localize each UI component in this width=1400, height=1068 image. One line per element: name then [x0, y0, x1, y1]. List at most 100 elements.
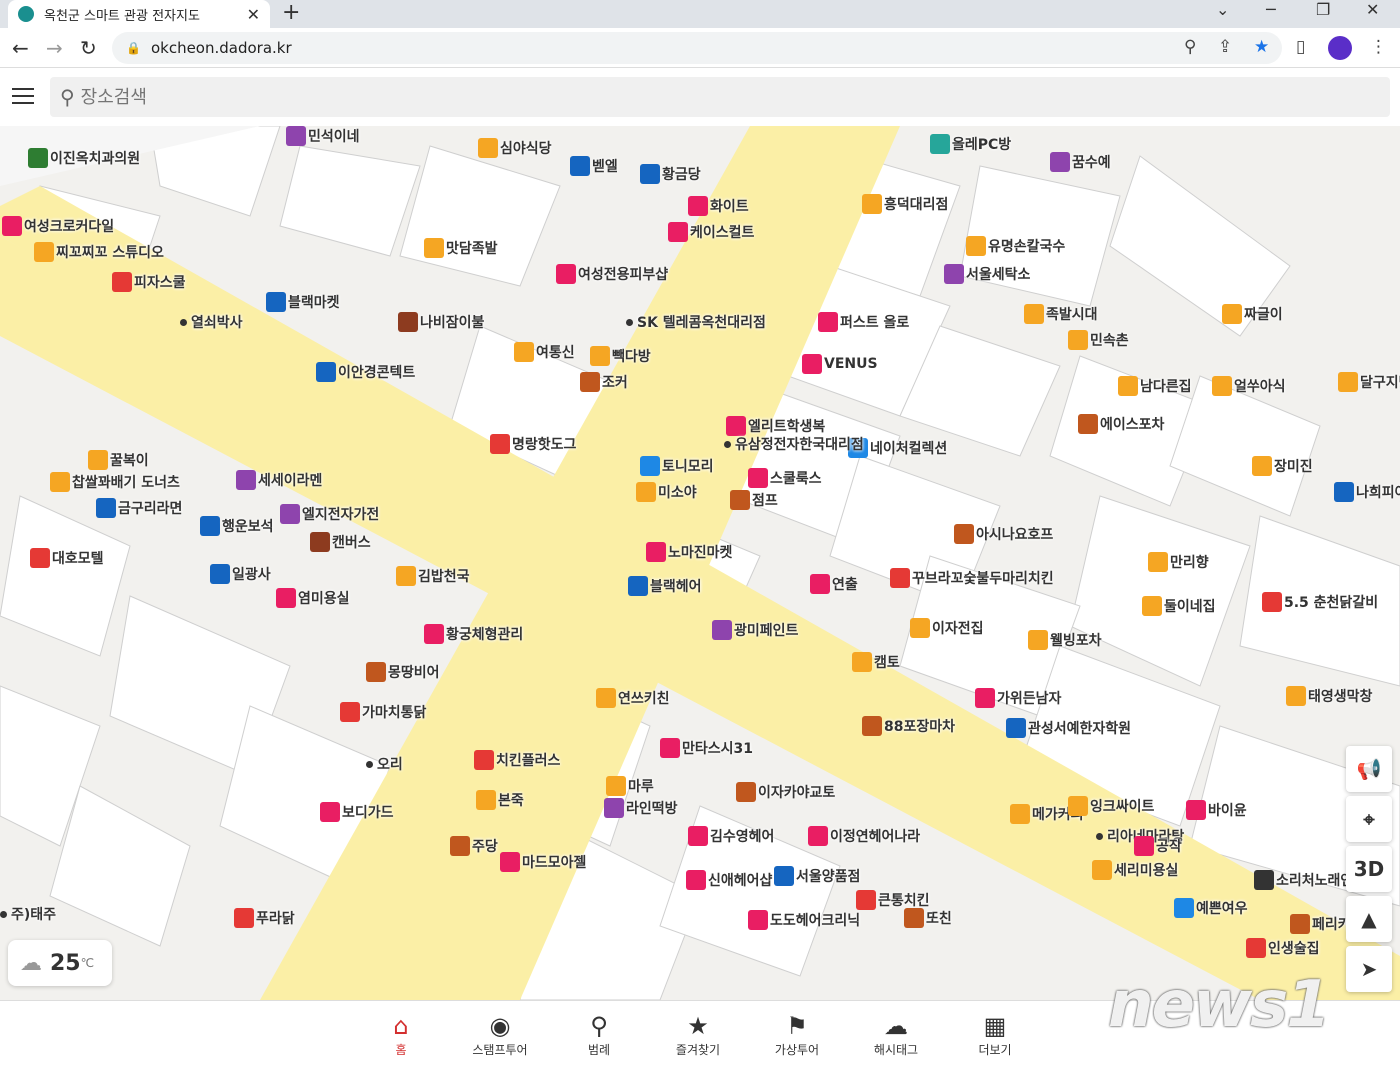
hamburger-menu-icon[interactable] — [12, 88, 34, 104]
map-poi[interactable]: 꿈수예 — [1050, 152, 1111, 172]
map-poi[interactable]: 블랙헤어 — [628, 576, 702, 596]
map-poi[interactable]: 캔버스 — [310, 532, 371, 552]
map-poi[interactable]: 엘리트학생복 — [726, 416, 825, 436]
map-poi[interactable]: 심야식당 — [478, 138, 552, 158]
map-poi[interactable]: 조커 — [580, 372, 628, 392]
map-poi[interactable]: 얼쑤아식 — [1212, 376, 1286, 396]
map-poi[interactable]: 흥덕대리점 — [862, 194, 948, 214]
map-poi[interactable]: 본죽 — [476, 790, 524, 810]
map-poi[interactable]: 달구지막 — [1338, 372, 1400, 392]
map-poi[interactable]: 나희피아노 — [1334, 482, 1400, 502]
map-poi[interactable]: 엘지전자가전 — [280, 504, 379, 524]
reload-icon[interactable]: ↻ — [80, 36, 97, 60]
map-poi[interactable]: 가위든남자 — [975, 688, 1061, 708]
map-poi[interactable]: 주당 — [450, 836, 498, 856]
map-poi[interactable]: 공작 — [1134, 836, 1182, 856]
map-poi[interactable]: 몽땅비어 — [366, 662, 440, 682]
map-poi[interactable]: 서울세탁소 — [944, 264, 1030, 284]
share-icon[interactable]: ⇪ — [1218, 37, 1232, 57]
location-icon[interactable]: ⚲ — [1184, 37, 1196, 57]
megaphone-button[interactable]: 📢 — [1346, 746, 1392, 792]
map-poi[interactable]: 노마진마켓 — [646, 542, 732, 562]
map-poi[interactable]: 서울양품점 — [774, 866, 860, 886]
map-poi[interactable]: 나비잠이불 — [398, 312, 484, 332]
profile-avatar[interactable] — [1328, 36, 1352, 60]
nav-legend[interactable]: ⚲ 범례 — [554, 1011, 644, 1058]
map-poi[interactable]: 블랙마켓 — [266, 292, 340, 312]
map-poi[interactable]: 마루 — [606, 776, 654, 796]
map-poi[interactable]: 태영생막창 — [1286, 686, 1372, 706]
map-poi[interactable]: 꾸브라꼬숯불두마리치킨 — [890, 568, 1054, 588]
map-poi[interactable]: 화이트 — [688, 196, 749, 216]
map-canvas[interactable]: 이진옥치과의원 민석이네 심야식당 올레PC방 벧엘 황금당 화이트 케이스컬트 꿈수예 흥덕대리… — [0, 126, 1400, 1000]
my-location-button[interactable]: ⌖ — [1346, 796, 1392, 842]
map-poi[interactable]: 명랑핫도그 — [490, 434, 576, 454]
map-poi[interactable]: 케이스컬트 — [668, 222, 754, 242]
map-poi[interactable]: 유명손칼국수 — [966, 236, 1065, 256]
map-poi[interactable]: 주)태주 — [0, 904, 56, 924]
map-poi[interactable]: 이진옥치과의원 — [28, 148, 140, 168]
map-poi[interactable]: 에이스포차 — [1078, 414, 1164, 434]
map-poi[interactable]: 5.5 춘천닭갈비 — [1262, 592, 1378, 612]
map-poi[interactable]: 올레PC방 — [930, 134, 1011, 154]
close-window-icon[interactable]: ✕ — [1366, 0, 1379, 20]
map-poi[interactable]: 점프 — [730, 490, 778, 510]
map-poi[interactable]: 마드모아젤 — [500, 852, 586, 872]
tab-search-icon[interactable]: ⌄ — [1216, 0, 1229, 20]
url-field[interactable]: 🔒 okcheon.dadora.kr — [112, 32, 1282, 64]
three-d-button[interactable]: 3D — [1346, 846, 1392, 892]
back-arrow-icon[interactable]: ← — [12, 36, 29, 60]
restore-icon[interactable]: ❐ — [1316, 0, 1330, 20]
map-poi[interactable]: 이안경콘텍트 — [316, 362, 415, 382]
map-poi[interactable]: 황궁체형관리 — [424, 624, 523, 644]
map-poi[interactable]: 미소야 — [636, 482, 697, 502]
map-poi[interactable]: 푸라닭 — [234, 908, 295, 928]
map-poi[interactable]: 행운보석 — [200, 516, 274, 536]
map-poi[interactable]: 열쇠박사 — [180, 312, 243, 332]
new-tab-button[interactable]: + — [282, 0, 300, 26]
map-poi[interactable]: 벧엘 — [570, 156, 618, 176]
nav-virtual-tour[interactable]: ⚑ 가상투어 — [752, 1011, 842, 1058]
map-poi[interactable]: 광미페인트 — [712, 620, 798, 640]
map-poi[interactable]: 연쓰키친 — [596, 688, 670, 708]
nav-home[interactable]: ⌂ 홈 — [356, 1011, 446, 1058]
map-poi[interactable]: SK 텔레콤옥천대리점 — [626, 312, 766, 332]
map-poi[interactable]: 남다른집 — [1118, 376, 1192, 396]
forward-arrow-icon[interactable]: → — [46, 36, 63, 60]
map-poi[interactable]: 보디가드 — [320, 802, 394, 822]
map-poi[interactable]: 인생술집 — [1246, 938, 1320, 958]
map-poi[interactable]: 김밥천국 — [396, 566, 470, 586]
map-poi[interactable]: 퍼스트 올로 — [818, 312, 909, 332]
map-poi[interactable]: 대호모텔 — [30, 548, 104, 568]
map-poi[interactable]: 짜글이 — [1222, 304, 1283, 324]
map-poi[interactable]: 도도헤어크리닉 — [748, 910, 860, 930]
map-poi[interactable]: 찌꼬찌꼬 스튜디오 — [34, 242, 164, 262]
map-poi[interactable]: 관성서예한자학원 — [1006, 718, 1131, 738]
map-poi[interactable]: 캠토 — [852, 652, 900, 672]
map-poi[interactable]: 바이윤 — [1186, 800, 1247, 820]
map-poi[interactable]: 큰통치킨 — [856, 890, 930, 910]
map-poi[interactable]: 가마치통닭 — [340, 702, 426, 722]
map-poi[interactable]: 빽다방 — [590, 346, 651, 366]
map-poi[interactable]: 세리미용실 — [1092, 860, 1178, 880]
map-poi[interactable]: 여통신 — [514, 342, 575, 362]
map-poi[interactable]: 민속촌 — [1068, 330, 1129, 350]
map-poi[interactable]: 세세이라멘 — [236, 470, 322, 490]
map-poi[interactable]: 족발시대 — [1024, 304, 1098, 324]
nav-stamp-tour[interactable]: ◉ 스탬프투어 — [455, 1011, 545, 1058]
map-poi[interactable]: 치킨플러스 — [474, 750, 560, 770]
map-poi[interactable]: 만타스시31 — [660, 738, 753, 758]
map-poi[interactable]: 염미용실 — [276, 588, 350, 608]
nav-hashtag[interactable]: ☁ 해시태그 — [851, 1011, 941, 1058]
map-poi[interactable]: 일광사 — [210, 564, 271, 584]
map-poi[interactable]: 민석이네 — [286, 126, 360, 146]
map-poi[interactable]: 여성전용피부샵 — [556, 264, 668, 284]
compass-button[interactable]: ▲ — [1346, 896, 1392, 942]
map-poi[interactable]: 유삼정전자한국대리점 — [724, 434, 864, 454]
browser-menu-icon[interactable]: ⋮ — [1370, 37, 1387, 57]
map-poi[interactable]: 아시나요호프 — [954, 524, 1053, 544]
search-bar[interactable]: ⚲ — [50, 77, 1390, 117]
map-poi[interactable]: 라인떡방 — [604, 798, 678, 818]
map-poi[interactable]: 만리향 — [1148, 552, 1209, 572]
map-poi[interactable]: 둘이네집 — [1142, 596, 1216, 616]
